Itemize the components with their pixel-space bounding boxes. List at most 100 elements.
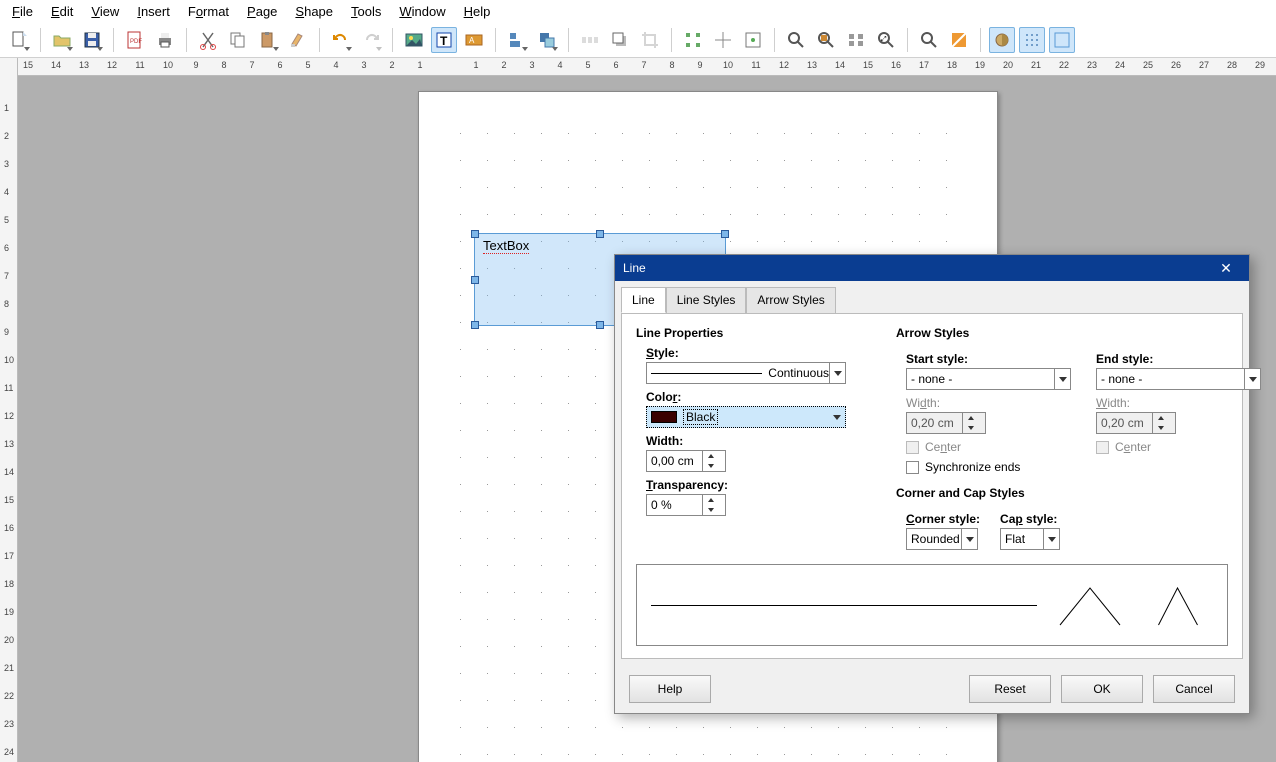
chevron-down-icon [829, 363, 845, 383]
spin-down-icon[interactable] [703, 461, 718, 471]
dialog-titlebar[interactable]: Line ✕ [615, 255, 1249, 281]
zoom-page-button[interactable] [813, 27, 839, 53]
menu-insert[interactable]: Insert [129, 2, 178, 21]
start-width-label: Width: [906, 396, 1076, 410]
preview-line-icon [651, 605, 1037, 606]
insert-textbox-button[interactable]: T [431, 27, 457, 53]
insert-image-button[interactable] [401, 27, 427, 53]
new-button[interactable] [6, 27, 32, 53]
end-style-combo[interactable]: - none - [1096, 368, 1261, 390]
menu-tools[interactable]: Tools [343, 2, 389, 21]
transparency-label: Transparency: [646, 478, 866, 492]
selection-border-button[interactable] [1049, 27, 1075, 53]
resize-handle-sw[interactable] [471, 321, 479, 329]
dialog-title: Line [623, 261, 646, 275]
print-button[interactable] [152, 27, 178, 53]
tab-line-styles[interactable]: Line Styles [666, 287, 747, 313]
cap-style-combo[interactable]: Flat [1000, 528, 1060, 550]
chevron-down-icon [1043, 529, 1059, 549]
cancel-button[interactable]: Cancel [1153, 675, 1235, 703]
start-center-checkbox: Center [906, 440, 1076, 454]
reset-button[interactable]: Reset [969, 675, 1051, 703]
snap-guides-button[interactable] [710, 27, 736, 53]
menu-help[interactable]: Help [456, 2, 499, 21]
resize-handle-s[interactable] [596, 321, 604, 329]
clone-format-button[interactable] [285, 27, 311, 53]
save-button[interactable] [79, 27, 105, 53]
style-label: Style: [646, 346, 866, 360]
transparency-spinner[interactable] [646, 494, 726, 516]
shadow-button[interactable] [607, 27, 633, 53]
open-button[interactable] [49, 27, 75, 53]
toggle-grid-button[interactable] [1019, 27, 1045, 53]
gluepoints-button[interactable] [740, 27, 766, 53]
line-style-combo[interactable]: Continuous [646, 362, 846, 384]
color-swatch-icon [651, 411, 677, 423]
chevron-down-icon [961, 529, 977, 549]
transparency-input[interactable] [647, 495, 702, 515]
undo-button[interactable] [328, 27, 354, 53]
menu-page[interactable]: Page [239, 2, 285, 21]
resize-handle-ne[interactable] [721, 230, 729, 238]
spin-up-icon[interactable] [703, 451, 718, 461]
preview-corner-narrow-icon [1143, 580, 1213, 630]
spin-down-icon [1153, 423, 1168, 433]
align-objects-button[interactable] [504, 27, 530, 53]
menu-file[interactable]: File [4, 2, 41, 21]
arrow-styles-heading: Arrow Styles [896, 326, 1266, 340]
spin-up-icon [1153, 413, 1168, 423]
insert-fontwork-button[interactable]: A [461, 27, 487, 53]
menu-view[interactable]: View [83, 2, 127, 21]
cap-style-value: Flat [1005, 532, 1025, 546]
close-icon[interactable]: ✕ [1211, 260, 1241, 277]
menu-window[interactable]: Window [391, 2, 453, 21]
redo-button[interactable] [358, 27, 384, 53]
start-width-spinner [906, 412, 986, 434]
color-label: Color: [646, 390, 866, 404]
start-style-value: - none - [911, 372, 952, 386]
start-style-combo[interactable]: - none - [906, 368, 1071, 390]
distribute-button[interactable] [577, 27, 603, 53]
corner-style-combo[interactable]: Rounded [906, 528, 978, 550]
zoom-fit-button[interactable]: ⤢ [873, 27, 899, 53]
vertical-ruler[interactable]: 1234567891011121314151617181920212223242… [0, 58, 18, 762]
tab-line[interactable]: Line [621, 287, 666, 313]
resize-handle-w[interactable] [471, 276, 479, 284]
corner-style-label: Corner style: [906, 512, 980, 526]
copy-button[interactable] [225, 27, 251, 53]
menu-shape[interactable]: Shape [287, 2, 341, 21]
resize-handle-n[interactable] [596, 230, 604, 238]
export-pdf-button[interactable]: PDF [122, 27, 148, 53]
menu-format[interactable]: Format [180, 2, 237, 21]
help-button[interactable]: Help [629, 675, 711, 703]
line-properties-heading: Line Properties [636, 326, 866, 340]
end-style-label: End style: [1096, 352, 1266, 366]
ok-button[interactable]: OK [1061, 675, 1143, 703]
crop-button[interactable] [637, 27, 663, 53]
corner-style-value: Rounded [911, 532, 960, 546]
resize-handle-nw[interactable] [471, 230, 479, 238]
line-width-spinner[interactable] [646, 450, 726, 472]
spin-down-icon[interactable] [703, 505, 718, 515]
zoom-button[interactable] [783, 27, 809, 53]
tab-arrow-styles[interactable]: Arrow Styles [746, 287, 835, 313]
dialog-tabs: Line Line Styles Arrow Styles [615, 281, 1249, 313]
spin-up-icon[interactable] [703, 495, 718, 505]
extrusion-button[interactable] [989, 27, 1015, 53]
synchronize-checkbox[interactable]: Synchronize ends [906, 460, 1076, 474]
grid-toggle-button[interactable] [916, 27, 942, 53]
menu-edit[interactable]: Edit [43, 2, 81, 21]
svg-text:⤢: ⤢ [881, 36, 887, 43]
horizontal-ruler[interactable]: 1514131211109876543211234567891011121314… [18, 58, 1276, 76]
tab-content: Line Properties Style: Continuous Color:… [621, 313, 1243, 659]
transform-points-button[interactable] [680, 27, 706, 53]
line-width-input[interactable] [647, 451, 702, 471]
zoom-100-button[interactable] [843, 27, 869, 53]
center-label: Center [1115, 440, 1151, 454]
spin-up-icon [963, 413, 978, 423]
line-color-combo[interactable]: Black [646, 406, 846, 428]
paste-button[interactable] [255, 27, 281, 53]
cut-button[interactable] [195, 27, 221, 53]
arrange-button[interactable] [534, 27, 560, 53]
helplines-button[interactable] [946, 27, 972, 53]
